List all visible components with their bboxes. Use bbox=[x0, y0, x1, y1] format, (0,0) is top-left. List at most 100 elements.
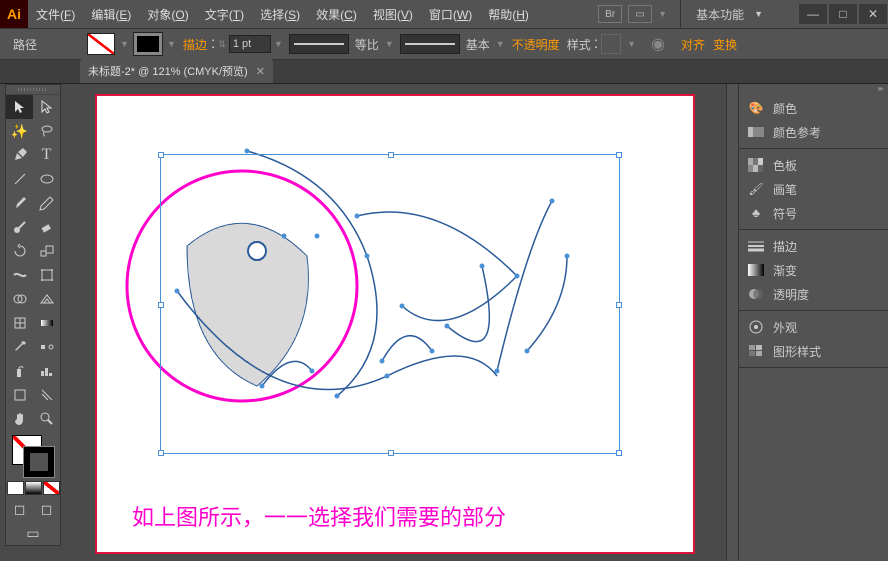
blend-tool[interactable] bbox=[33, 335, 60, 359]
shape-builder-tool[interactable] bbox=[6, 287, 33, 311]
dropdown-icon[interactable]: ▼ bbox=[627, 39, 636, 49]
right-panels: 🎨颜色 颜色参考 色板 🖌画笔 ♣符号 描边 渐变 透明度 外观 图形样式 bbox=[738, 84, 888, 561]
column-graph-tool[interactable] bbox=[33, 359, 60, 383]
draw-normal[interactable]: ◻ bbox=[6, 497, 33, 521]
draw-behind[interactable]: ◻ bbox=[33, 497, 60, 521]
dropdown-icon[interactable]: ▼ bbox=[167, 39, 176, 49]
gradient-mode[interactable] bbox=[25, 481, 42, 495]
dropdown-icon[interactable]: ▼ bbox=[658, 9, 667, 19]
menu-edit[interactable]: 编辑(E) bbox=[83, 6, 139, 23]
menu-effect[interactable]: 效果(C) bbox=[308, 6, 365, 23]
free-transform-tool[interactable] bbox=[33, 263, 60, 287]
tools-panel: ✨ T ◻◻ ▭ bbox=[5, 84, 61, 546]
brush-label: 基本 bbox=[466, 36, 490, 53]
dropdown-icon[interactable]: ▼ bbox=[385, 39, 394, 49]
symbol-icon: ♣ bbox=[747, 205, 765, 221]
rotate-tool[interactable] bbox=[6, 239, 33, 263]
dropdown-icon[interactable]: ▼ bbox=[496, 39, 505, 49]
pencil-tool[interactable] bbox=[33, 191, 60, 215]
zoom-tool[interactable] bbox=[33, 407, 60, 431]
align-label[interactable]: 对齐 bbox=[677, 36, 709, 53]
panel-gradient[interactable]: 渐变 bbox=[739, 258, 888, 282]
artboard[interactable]: 如上图所示，一一选择我们需要的部分 bbox=[95, 94, 695, 554]
selection-bounds[interactable] bbox=[160, 154, 620, 454]
color-mode[interactable] bbox=[7, 481, 24, 495]
none-mode[interactable] bbox=[43, 481, 60, 495]
stroke-weight-input[interactable] bbox=[229, 35, 271, 53]
screen-mode[interactable]: ▭ bbox=[6, 521, 60, 545]
artboard-tool[interactable] bbox=[6, 383, 33, 407]
panel-stroke[interactable]: 描边 bbox=[739, 234, 888, 258]
line-tool[interactable] bbox=[6, 167, 33, 191]
brush-icon: 🖌 bbox=[747, 181, 765, 197]
lines-icon bbox=[747, 238, 765, 254]
gradient-tool[interactable] bbox=[33, 311, 60, 335]
transform-label[interactable]: 变换 bbox=[709, 36, 741, 53]
panel-appearance[interactable]: 外观 bbox=[739, 315, 888, 339]
menu-select[interactable]: 选择(S) bbox=[252, 6, 308, 23]
stroke-label[interactable]: 描边 bbox=[179, 36, 211, 53]
opacity-label[interactable]: 不透明度 bbox=[508, 36, 564, 53]
canvas-area[interactable]: 如上图所示，一一选择我们需要的部分 bbox=[0, 84, 726, 561]
stroke-swatch[interactable] bbox=[134, 33, 162, 55]
panel-strip[interactable] bbox=[726, 84, 738, 561]
menu-view[interactable]: 视图(V) bbox=[365, 6, 421, 23]
style-label: 样式 bbox=[567, 36, 591, 53]
ellipse-tool[interactable] bbox=[33, 167, 60, 191]
stroke-box[interactable] bbox=[24, 447, 54, 477]
menu-window[interactable]: 窗口(W) bbox=[421, 6, 480, 23]
dropdown-icon[interactable]: ▼ bbox=[274, 39, 283, 49]
menu-file[interactable]: 文件(F) bbox=[28, 6, 83, 23]
panel-graphic-styles[interactable]: 图形样式 bbox=[739, 339, 888, 363]
profile-preview[interactable] bbox=[289, 34, 349, 54]
direct-selection-tool[interactable] bbox=[33, 95, 60, 119]
menu-object[interactable]: 对象(O) bbox=[139, 6, 196, 23]
magic-wand-tool[interactable]: ✨ bbox=[6, 119, 33, 143]
arrange-icon[interactable]: ▭ bbox=[628, 5, 652, 23]
type-tool[interactable]: T bbox=[33, 143, 60, 167]
close-button[interactable]: ✕ bbox=[858, 3, 888, 25]
panel-swatches[interactable]: 色板 bbox=[739, 153, 888, 177]
stepper-icon[interactable]: ⇅ bbox=[218, 39, 226, 50]
minimize-button[interactable]: — bbox=[798, 3, 828, 25]
panel-color[interactable]: 🎨颜色 bbox=[739, 96, 888, 120]
symbol-sprayer-tool[interactable] bbox=[6, 359, 33, 383]
slice-tool[interactable] bbox=[33, 383, 60, 407]
fill-stroke-control[interactable] bbox=[6, 431, 62, 481]
menu-help[interactable]: 帮助(H) bbox=[480, 6, 537, 23]
bridge-icon[interactable]: Br bbox=[598, 5, 622, 23]
app-logo: Ai bbox=[0, 0, 28, 28]
maximize-button[interactable]: □ bbox=[828, 3, 858, 25]
caption-text: 如上图所示，一一选择我们需要的部分 bbox=[132, 500, 506, 532]
hand-tool[interactable] bbox=[6, 407, 33, 431]
width-tool[interactable] bbox=[6, 263, 33, 287]
fill-swatch[interactable] bbox=[87, 33, 115, 55]
blob-brush-tool[interactable] bbox=[6, 215, 33, 239]
scale-tool[interactable] bbox=[33, 239, 60, 263]
panel-grip[interactable] bbox=[6, 85, 60, 95]
lasso-tool[interactable] bbox=[33, 119, 60, 143]
pen-tool[interactable] bbox=[6, 143, 33, 167]
dropdown-icon[interactable]: ▼ bbox=[120, 39, 129, 49]
close-tab-icon[interactable]: ✕ bbox=[256, 65, 265, 78]
panel-color-guide[interactable]: 颜色参考 bbox=[739, 120, 888, 144]
swatch-icon bbox=[747, 157, 765, 173]
menu-type[interactable]: 文字(T) bbox=[197, 6, 252, 23]
panel-collapse[interactable] bbox=[739, 84, 888, 92]
panel-transparency[interactable]: 透明度 bbox=[739, 282, 888, 306]
panel-symbols[interactable]: ♣符号 bbox=[739, 201, 888, 225]
selection-context: 路径 bbox=[5, 36, 45, 53]
workspace-selector[interactable]: 基本功能 ▼ bbox=[680, 0, 778, 28]
selection-tool[interactable] bbox=[6, 95, 33, 119]
eraser-tool[interactable] bbox=[33, 215, 60, 239]
mesh-tool[interactable] bbox=[6, 311, 33, 335]
style-swatch[interactable] bbox=[601, 34, 621, 54]
title-bar: Ai 文件(F) 编辑(E) 对象(O) 文字(T) 选择(S) 效果(C) 视… bbox=[0, 0, 888, 28]
document-tab[interactable]: 未标题-2* @ 121% (CMYK/预览) ✕ bbox=[80, 59, 273, 83]
eyedropper-tool[interactable] bbox=[6, 335, 33, 359]
recolor-icon[interactable]: ◉ bbox=[651, 34, 665, 54]
paintbrush-tool[interactable] bbox=[6, 191, 33, 215]
panel-brushes[interactable]: 🖌画笔 bbox=[739, 177, 888, 201]
perspective-grid-tool[interactable] bbox=[33, 287, 60, 311]
brush-preview[interactable] bbox=[400, 34, 460, 54]
